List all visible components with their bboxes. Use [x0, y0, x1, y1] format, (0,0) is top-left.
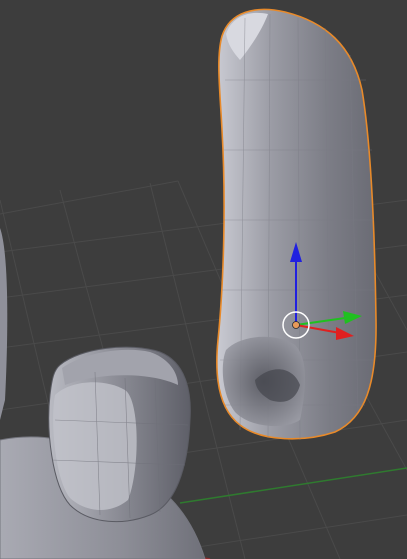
object-origin-dot [292, 321, 300, 329]
thumb-mesh [48, 346, 191, 523]
y-axis-line [179, 467, 407, 504]
selected-finger-mesh[interactable] [216, 8, 377, 441]
offscreen-mesh-edge [0, 228, 8, 420]
3d-viewport[interactable] [0, 0, 407, 559]
viewport-canvas[interactable] [0, 0, 407, 559]
